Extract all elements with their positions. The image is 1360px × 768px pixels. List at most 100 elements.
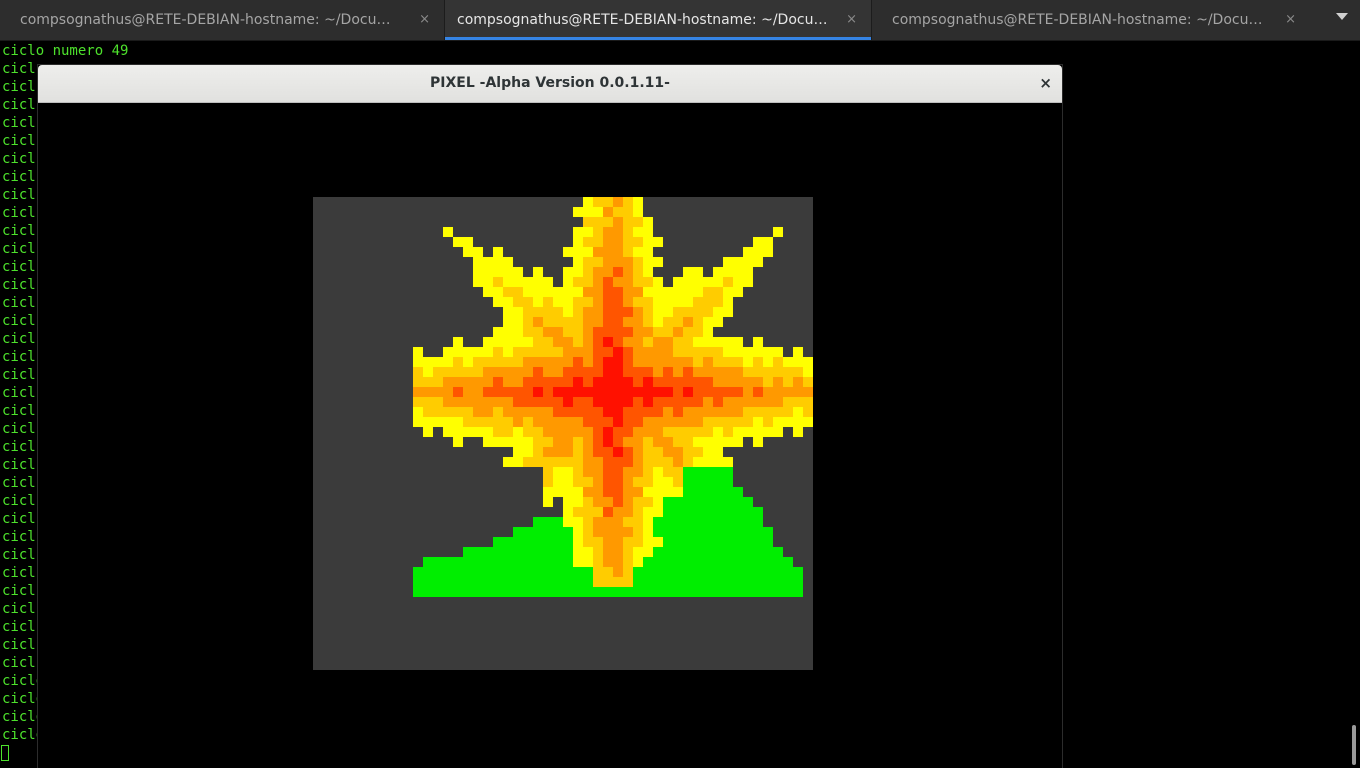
flame-pixel [473, 367, 483, 377]
flame-pixel [563, 427, 573, 437]
flame-pixel [423, 407, 433, 417]
flame-pixel [453, 407, 463, 417]
flame-pixel [613, 347, 623, 357]
terminal-line: cicl [2, 79, 36, 95]
tab-menu-chevron-down-icon[interactable] [1336, 13, 1348, 20]
flame-pixel [713, 417, 723, 427]
flame-pixel [583, 497, 593, 507]
flame-pixel [503, 427, 513, 437]
flame-pixel [603, 567, 613, 577]
flame-pixel [603, 457, 613, 467]
flame-pixel [633, 397, 643, 407]
flame-pixel [613, 387, 623, 397]
tab-terminal-2[interactable]: compsognathus@RETE-DEBIAN-hostname: ~/Do… [445, 0, 871, 40]
flame-pixel [663, 337, 673, 347]
grass-pixel-row [673, 487, 743, 497]
flame-pixel [443, 397, 453, 407]
flame-pixel [653, 307, 663, 317]
grass-pixel-row [613, 577, 803, 587]
flame-pixel [563, 387, 573, 397]
flame-pixel [503, 307, 513, 317]
grass-pixel-row [683, 477, 733, 487]
flame-pixel [673, 317, 683, 327]
flame-pixel [573, 447, 583, 457]
close-icon[interactable]: × [846, 0, 857, 40]
close-icon[interactable]: × [1285, 0, 1296, 40]
flame-pixel [603, 387, 613, 397]
flame-pixel [583, 247, 593, 257]
flame-pixel [573, 347, 583, 357]
flame-pixel [623, 387, 633, 397]
flame-pixel [593, 557, 603, 567]
flame-pixel [643, 427, 653, 437]
window-titlebar[interactable]: PIXEL -Alpha Version 0.0.1.11- × [38, 65, 1062, 103]
flame-pixel [613, 517, 623, 527]
flame-pixel [623, 427, 633, 437]
tab-title: compsognathus@RETE-DEBIAN-hostname: ~/Do… [892, 12, 1270, 28]
flame-pixel [463, 427, 473, 437]
flame-pixel [553, 417, 563, 427]
flame-pixel [663, 397, 673, 407]
flame-pixel [723, 277, 733, 287]
grass-pixel-row [613, 567, 793, 577]
flame-pixel [593, 457, 603, 467]
flame-pixel [473, 357, 483, 367]
flame-pixel [463, 387, 473, 397]
flame-pixel [633, 477, 643, 487]
flame-pixel [783, 397, 793, 407]
flame-pixel [633, 367, 643, 377]
flame-pixel [563, 407, 573, 417]
flame-pixel [683, 297, 693, 307]
flame-pixel [493, 397, 503, 407]
flame-pixel [573, 537, 583, 547]
flame-pixel [603, 237, 613, 247]
flame-pixel [483, 277, 493, 287]
flame-pixel [613, 557, 623, 567]
flame-pixel [693, 317, 703, 327]
flame-pixel [803, 367, 813, 377]
flame-pixel [753, 377, 763, 387]
flame-pixel [583, 397, 593, 407]
flame-pixel [543, 467, 553, 477]
window-close-icon[interactable]: × [1039, 65, 1052, 102]
tab-terminal-1[interactable]: compsognathus@RETE-DEBIAN-hostname: ~/Do… [0, 0, 444, 40]
flame-pixel [613, 407, 623, 417]
flame-pixel [583, 367, 593, 377]
terminal-scrollbar[interactable] [1348, 41, 1360, 768]
flame-pixel [583, 297, 593, 307]
flame-pixel [703, 277, 713, 287]
flame-pixel [503, 327, 513, 337]
flame-pixel [523, 437, 533, 447]
flame-pixel [773, 347, 783, 357]
flame-pixel [663, 347, 673, 357]
flame-pixel [603, 407, 613, 417]
flame-pixel [623, 407, 633, 417]
flame-pixel [613, 267, 623, 277]
flame-pixel [573, 307, 583, 317]
flame-pixel [653, 317, 663, 327]
flame-pixel [573, 237, 583, 247]
flame-pixel [463, 357, 473, 367]
flame-pixel [573, 457, 583, 467]
flame-pixel [453, 437, 463, 447]
flame-pixel [653, 347, 663, 357]
flame-pixel [613, 317, 623, 327]
flame-pixel [713, 377, 723, 387]
flame-pixel [693, 437, 703, 447]
flame-pixel [573, 287, 583, 297]
flame-pixel [633, 537, 643, 547]
flame-pixel [503, 347, 513, 357]
flame-pixel [433, 367, 443, 377]
flame-pixel [643, 437, 653, 447]
close-icon[interactable]: × [419, 0, 430, 40]
tab-terminal-3[interactable]: compsognathus@RETE-DEBIAN-hostname: ~/Do… [872, 0, 1310, 40]
flame-pixel [683, 357, 693, 367]
flame-pixel [503, 387, 513, 397]
flame-pixel [433, 387, 443, 397]
flame-pixel [583, 237, 593, 247]
flame-pixel [743, 417, 753, 427]
flame-pixel [553, 447, 563, 457]
flame-pixel [633, 347, 643, 357]
scrollbar-thumb[interactable] [1352, 725, 1356, 765]
flame-pixel [773, 357, 783, 367]
